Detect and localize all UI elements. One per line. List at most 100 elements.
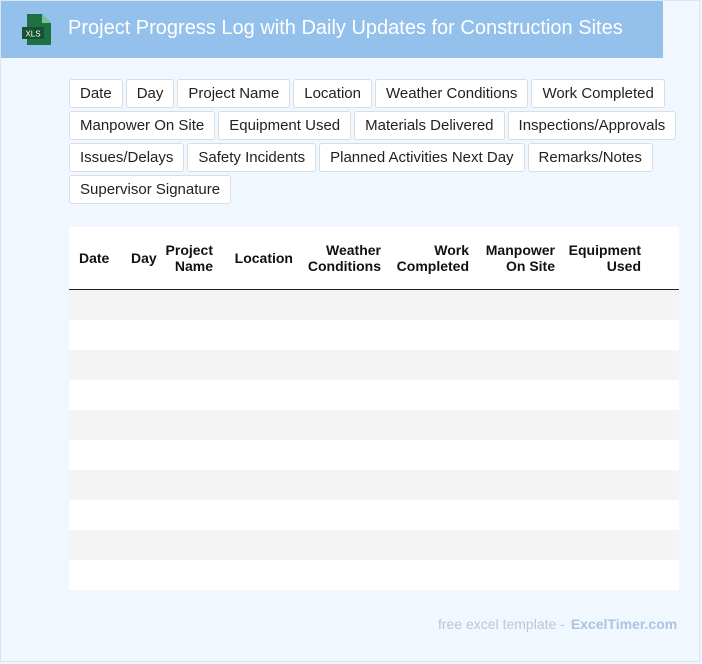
table-cell[interactable]	[563, 380, 649, 410]
table-cell[interactable]	[477, 320, 563, 350]
table-cell[interactable]	[221, 470, 301, 500]
table-cell[interactable]	[121, 440, 157, 470]
table-cell[interactable]	[649, 530, 679, 560]
table-cell[interactable]	[69, 530, 121, 560]
table-cell[interactable]	[563, 560, 649, 590]
table-cell[interactable]	[389, 500, 477, 530]
column-chip[interactable]: Materials Delivered	[354, 111, 505, 140]
table-cell[interactable]	[649, 289, 679, 320]
table-cell[interactable]	[389, 470, 477, 500]
table-cell[interactable]	[301, 350, 389, 380]
column-header[interactable]: Work Completed	[389, 227, 477, 290]
table-cell[interactable]	[389, 350, 477, 380]
table-cell[interactable]	[69, 410, 121, 440]
table-cell[interactable]	[121, 470, 157, 500]
table-cell[interactable]	[477, 470, 563, 500]
table-cell[interactable]	[649, 380, 679, 410]
table-cell[interactable]	[221, 530, 301, 560]
table-cell[interactable]	[477, 380, 563, 410]
table-cell[interactable]	[389, 320, 477, 350]
table-cell[interactable]	[69, 289, 121, 320]
table-cell[interactable]	[649, 500, 679, 530]
log-table-container[interactable]: Date Day Project Name Location Weather Conditi…	[69, 227, 679, 590]
table-cell[interactable]	[221, 410, 301, 440]
table-cell[interactable]	[69, 500, 121, 530]
table-cell[interactable]	[477, 560, 563, 590]
column-header[interactable]: Project Name	[157, 227, 221, 290]
table-cell[interactable]	[389, 410, 477, 440]
table-cell[interactable]	[301, 440, 389, 470]
table-cell[interactable]	[157, 320, 221, 350]
column-chip[interactable]: Project Name	[177, 79, 291, 108]
column-header[interactable]: Day	[121, 227, 157, 290]
footer-brand-link[interactable]: ExcelTimer.com	[571, 616, 677, 632]
table-cell[interactable]	[157, 500, 221, 530]
table-cell[interactable]	[121, 320, 157, 350]
table-cell[interactable]	[69, 380, 121, 410]
table-cell[interactable]	[301, 500, 389, 530]
table-cell[interactable]	[563, 500, 649, 530]
table-cell[interactable]	[389, 380, 477, 410]
table-cell[interactable]	[477, 500, 563, 530]
column-chip[interactable]: Issues/Delays	[69, 143, 185, 172]
column-chip[interactable]: Date	[69, 79, 123, 108]
table-cell[interactable]	[121, 289, 157, 320]
table-cell[interactable]	[157, 410, 221, 440]
column-chip[interactable]: Work Completed	[531, 79, 665, 108]
table-cell[interactable]	[69, 320, 121, 350]
table-cell[interactable]	[301, 380, 389, 410]
column-chip[interactable]: Equipment Used	[218, 111, 352, 140]
column-chip[interactable]: Remarks/Notes	[527, 143, 653, 172]
table-cell[interactable]	[301, 320, 389, 350]
column-header[interactable]: Manpower On Site	[477, 227, 563, 290]
table-cell[interactable]	[477, 440, 563, 470]
table-cell[interactable]	[221, 440, 301, 470]
table-cell[interactable]	[563, 530, 649, 560]
table-cell[interactable]	[301, 470, 389, 500]
table-cell[interactable]	[649, 560, 679, 590]
table-cell[interactable]	[221, 560, 301, 590]
column-header[interactable]: MaterialsDelivered	[649, 227, 679, 290]
column-header[interactable]: Date	[69, 227, 121, 290]
table-cell[interactable]	[121, 350, 157, 380]
table-cell[interactable]	[157, 380, 221, 410]
table-cell[interactable]	[389, 440, 477, 470]
table-cell[interactable]	[121, 410, 157, 440]
column-chip[interactable]: Supervisor Signature	[69, 175, 232, 204]
column-chip[interactable]: Safety Incidents	[187, 143, 317, 172]
table-cell[interactable]	[563, 470, 649, 500]
table-cell[interactable]	[221, 350, 301, 380]
table-cell[interactable]	[157, 289, 221, 320]
table-cell[interactable]	[157, 440, 221, 470]
table-cell[interactable]	[121, 530, 157, 560]
column-chip[interactable]: Weather Conditions	[374, 79, 529, 108]
table-cell[interactable]	[121, 560, 157, 590]
table-cell[interactable]	[157, 560, 221, 590]
table-cell[interactable]	[69, 350, 121, 380]
table-cell[interactable]	[563, 440, 649, 470]
table-cell[interactable]	[389, 530, 477, 560]
column-header[interactable]: Location	[221, 227, 301, 290]
table-cell[interactable]	[563, 289, 649, 320]
table-cell[interactable]	[157, 530, 221, 560]
table-cell[interactable]	[649, 470, 679, 500]
table-cell[interactable]	[221, 380, 301, 410]
table-cell[interactable]	[477, 350, 563, 380]
column-chip[interactable]: Manpower On Site	[69, 111, 216, 140]
table-cell[interactable]	[121, 380, 157, 410]
column-chip[interactable]: Planned Activities Next Day	[319, 143, 525, 172]
column-header[interactable]: Weather Conditions	[301, 227, 389, 290]
table-cell[interactable]	[69, 470, 121, 500]
table-cell[interactable]	[157, 350, 221, 380]
table-cell[interactable]	[477, 530, 563, 560]
table-cell[interactable]	[221, 289, 301, 320]
table-cell[interactable]	[301, 289, 389, 320]
table-cell[interactable]	[301, 410, 389, 440]
table-cell[interactable]	[69, 440, 121, 470]
table-cell[interactable]	[301, 530, 389, 560]
table-cell[interactable]	[563, 350, 649, 380]
column-header[interactable]: Equipment Used	[563, 227, 649, 290]
table-cell[interactable]	[477, 410, 563, 440]
table-cell[interactable]	[389, 289, 477, 320]
column-chip[interactable]: Inspections/Approvals	[507, 111, 677, 140]
